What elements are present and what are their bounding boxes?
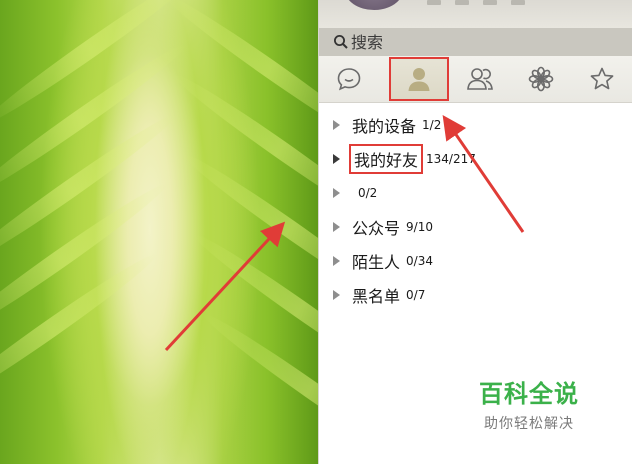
app-icon[interactable] xyxy=(511,0,525,5)
tab-space[interactable] xyxy=(511,57,571,101)
expand-caret-icon[interactable] xyxy=(333,120,340,130)
group-my-devices[interactable]: 我的设备 1/2 xyxy=(319,108,632,142)
tab-favorites[interactable] xyxy=(572,57,632,101)
tab-messages[interactable] xyxy=(319,57,379,101)
expand-caret-icon[interactable] xyxy=(333,256,340,266)
avatar[interactable] xyxy=(345,0,403,10)
group-name: 陌生人 xyxy=(352,253,401,272)
group-name: 公众号 xyxy=(352,219,401,238)
group-unnamed[interactable]: 0/2 xyxy=(319,176,632,210)
watermark-logo: 百科全说 助你轻松解决 xyxy=(450,366,608,438)
group-blacklist[interactable]: 黑名单 0/7 xyxy=(319,278,632,312)
search-icon xyxy=(333,34,349,50)
contact-person-icon xyxy=(406,65,432,93)
tab-groups[interactable] xyxy=(450,57,510,101)
group-name: 黑名单 xyxy=(352,287,401,306)
group-count: 1/2 xyxy=(422,118,442,132)
tab-bar xyxy=(319,56,632,103)
group-count: 0/2 xyxy=(358,186,378,200)
flower-icon xyxy=(528,66,554,92)
expand-caret-icon[interactable] xyxy=(333,154,340,164)
search-bar xyxy=(319,28,632,56)
expand-caret-icon[interactable] xyxy=(333,222,340,232)
header-icons xyxy=(427,0,525,6)
tab-contacts[interactable] xyxy=(389,57,449,101)
app-icon[interactable] xyxy=(455,0,469,5)
contact-groups-list: 我的设备 1/2 我的好友 134/217 0/2 公众号 9/10 陌生人 0… xyxy=(319,108,632,312)
chat-bubble-icon xyxy=(336,66,362,92)
group-strangers[interactable]: 陌生人 0/34 xyxy=(319,244,632,278)
panel-header xyxy=(319,0,632,28)
desktop-wallpaper xyxy=(0,0,318,464)
search-input[interactable] xyxy=(349,31,601,53)
group-public-accounts[interactable]: 公众号 9/10 xyxy=(319,210,632,244)
watermark-subtitle: 助你轻松解决 xyxy=(484,416,574,432)
status-icon[interactable] xyxy=(427,0,441,5)
group-count: 0/7 xyxy=(406,288,426,302)
group-count: 0/34 xyxy=(406,254,433,268)
group-my-friends[interactable]: 我的好友 134/217 xyxy=(319,142,632,176)
groups-icon xyxy=(466,66,494,92)
expand-caret-icon[interactable] xyxy=(333,290,340,300)
group-name: 我的设备 xyxy=(352,117,417,136)
group-count: 134/217 xyxy=(426,152,476,166)
group-name: 我的好友 xyxy=(348,144,424,174)
group-count: 9/10 xyxy=(406,220,433,234)
expand-caret-icon[interactable] xyxy=(333,188,340,198)
app-icon[interactable] xyxy=(483,0,497,5)
watermark-title: 百科全说 xyxy=(479,380,579,408)
star-icon xyxy=(589,66,615,92)
